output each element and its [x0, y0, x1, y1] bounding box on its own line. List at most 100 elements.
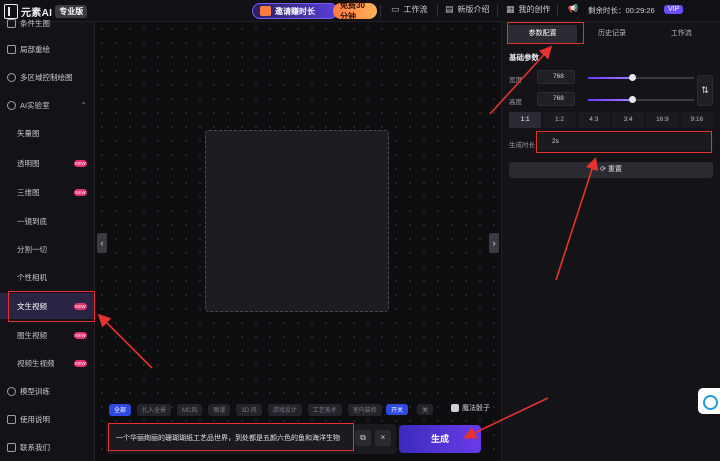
collapse-right-icon[interactable]: ›	[489, 233, 499, 253]
sidebar-item-contact[interactable]: 联系我们	[0, 434, 95, 460]
duration-label: 生成时长	[509, 142, 535, 149]
free-trial-button[interactable]: 免费30分钟	[333, 1, 377, 21]
section-title: 基础参数	[509, 53, 539, 62]
divider	[557, 5, 558, 17]
new-badge: NEW	[74, 302, 87, 310]
chip[interactable]: MC风	[177, 404, 203, 416]
height-slider[interactable]	[588, 96, 694, 103]
width-input[interactable]: 768	[537, 70, 575, 84]
height-label: 高度	[509, 99, 522, 106]
sidebar-item-model-training[interactable]: 模型训练	[0, 378, 95, 404]
monitor-icon: ▭	[391, 4, 400, 14]
magic-dice-button[interactable]: 魔法骰子	[451, 403, 490, 413]
sidebar-item-label: 分割一切	[17, 244, 47, 254]
chip[interactable]: 全部	[109, 404, 132, 416]
chip[interactable]: 室内装修	[347, 404, 382, 416]
sidebar: 条件生图 局部重绘 多区域控制绘图 AI实验室 ⌃ 矢量图 透明图 NEW 三维…	[0, 18, 95, 461]
close-icon[interactable]: ×	[375, 430, 391, 446]
width-label: 宽度	[509, 77, 522, 84]
workbench-link[interactable]: ▭ 工作流	[391, 4, 428, 15]
collapse-left-icon[interactable]: ‹	[97, 233, 107, 253]
toggle-off[interactable]: 关	[417, 404, 434, 415]
sidebar-item-label: 文生视频	[17, 301, 47, 311]
sidebar-item-custom-camera[interactable]: 个性相机	[0, 264, 95, 290]
chip[interactable]: 图漫	[208, 404, 231, 416]
settings-panel: 参数配置 历史记录 工作流 基础参数 宽度 768 高度 768 ⇅ 1:1 1…	[501, 22, 720, 461]
height-slider-knob[interactable]	[629, 96, 637, 103]
ratio-option[interactable]: 16:9	[646, 112, 679, 128]
sidebar-item-conditional-image[interactable]: 条件生图	[0, 10, 95, 36]
region-icon	[7, 72, 16, 82]
preview-placeholder	[205, 130, 389, 312]
assistant-float-icon[interactable]	[698, 388, 720, 414]
chip[interactable]: 游戏设计	[267, 404, 302, 416]
sidebar-item-inpaint[interactable]: 局部重绘	[0, 36, 95, 62]
ratio-option[interactable]: 9:16	[680, 112, 713, 128]
megaphone-icon[interactable]: 📢	[568, 4, 578, 13]
chevron-up-icon: ⌃	[80, 100, 87, 110]
ratio-option[interactable]: 1:2	[543, 112, 576, 128]
sidebar-item-label: 条件生图	[20, 18, 50, 28]
vip-badge[interactable]: VIP	[664, 5, 684, 14]
sidebar-item-label: 多区域控制绘图	[20, 72, 73, 82]
tab-workflow[interactable]: 工作流	[647, 25, 716, 43]
swap-dimensions-icon[interactable]: ⇅	[697, 75, 713, 106]
canvas-area: 全部 扎入全景 MC风 图漫 3D 风 游戏设计 工艺美术 室内装修 开关 关 …	[95, 22, 501, 461]
divider	[380, 5, 381, 17]
sidebar-item-one-take[interactable]: 一镜到底	[0, 208, 95, 234]
sidebar-item-label: 透明图	[17, 158, 40, 168]
tab-history[interactable]: 历史记录	[577, 25, 646, 43]
width-slider[interactable]	[588, 74, 694, 81]
ratio-option[interactable]: 3:4	[611, 112, 645, 128]
sidebar-item-help[interactable]: 使用说明	[0, 406, 95, 432]
chip[interactable]: 工艺美术	[307, 404, 342, 416]
width-slider-knob[interactable]	[629, 74, 637, 81]
my-works-label: 我的创作	[518, 5, 551, 14]
my-works-link[interactable]: ▦ 我的创作	[506, 4, 551, 15]
free-trial-label: 免费30分钟	[340, 1, 365, 21]
toggle-on[interactable]: 开关	[386, 404, 409, 415]
height-input[interactable]: 768	[537, 92, 575, 106]
sidebar-item-ai-lab[interactable]: AI实验室 ⌃	[0, 92, 95, 118]
sidebar-item-label: 视频生视频	[17, 358, 55, 368]
training-icon	[7, 386, 16, 396]
sidebar-item-label: 图生视频	[17, 330, 47, 340]
image-icon	[7, 18, 16, 28]
new-badge: NEW	[74, 159, 87, 167]
book-icon: ▤	[445, 4, 454, 14]
sidebar-item-segment[interactable]: 分割一切	[0, 236, 95, 262]
duration-select[interactable]: 2s	[538, 133, 713, 150]
sidebar-item-label: 矢量图	[17, 128, 40, 138]
new-badge: NEW	[74, 331, 87, 339]
folder-icon: ▦	[506, 4, 515, 14]
copy-icon[interactable]: ⧉	[355, 430, 371, 446]
aspect-ratio-group: 1:1 1:2 4:3 3:4 16:9 9:16	[509, 112, 713, 128]
refresh-icon: ⟳	[600, 166, 608, 173]
sidebar-item-multi-region[interactable]: 多区域控制绘图	[0, 64, 95, 90]
prompt-input[interactable]: 一个华丽绚丽的珊瑚瑚纸工艺品世界，到处都是五颜六色的鱼和海洋生物	[106, 424, 396, 454]
sidebar-item-vector[interactable]: 矢量图	[0, 120, 95, 146]
new-release-link[interactable]: ▤ 新版介绍	[445, 4, 490, 15]
ratio-option[interactable]: 1:1	[509, 112, 542, 128]
ratio-option[interactable]: 4:3	[577, 112, 610, 128]
sidebar-item-text-to-video[interactable]: 文生视频 NEW	[0, 293, 95, 319]
remaining-time: 剩余时长：00:29:26	[588, 6, 655, 15]
sidebar-item-transparent[interactable]: 透明图 NEW	[0, 150, 95, 176]
tab-params[interactable]: 参数配置	[508, 25, 578, 43]
divider	[497, 5, 498, 17]
gift-icon	[260, 6, 271, 16]
sidebar-item-image-to-video[interactable]: 图生视频 NEW	[0, 322, 95, 348]
sidebar-item-label: 模型训练	[20, 386, 50, 396]
divider	[437, 5, 438, 17]
sidebar-item-3d[interactable]: 三维图 NEW	[0, 179, 95, 205]
chip[interactable]: 3D 风	[236, 404, 262, 416]
reset-button[interactable]: ⟳ 重置	[509, 162, 713, 178]
sidebar-item-video-to-video[interactable]: 视频生视频 NEW	[0, 350, 95, 376]
chip[interactable]: 扎入全景	[137, 404, 172, 416]
lab-icon	[7, 100, 16, 110]
top-bar: 元素AI 专业版 邀请赚时长 免费30分钟 ▭ 工作流 ▤ 新版介绍 ▦ 我的创…	[0, 0, 720, 22]
generate-button[interactable]: 生成	[399, 425, 481, 453]
invite-button[interactable]: 邀请赚时长	[252, 3, 338, 19]
new-release-label: 新版介绍	[457, 5, 490, 14]
sidebar-item-label: 个性相机	[17, 272, 47, 282]
